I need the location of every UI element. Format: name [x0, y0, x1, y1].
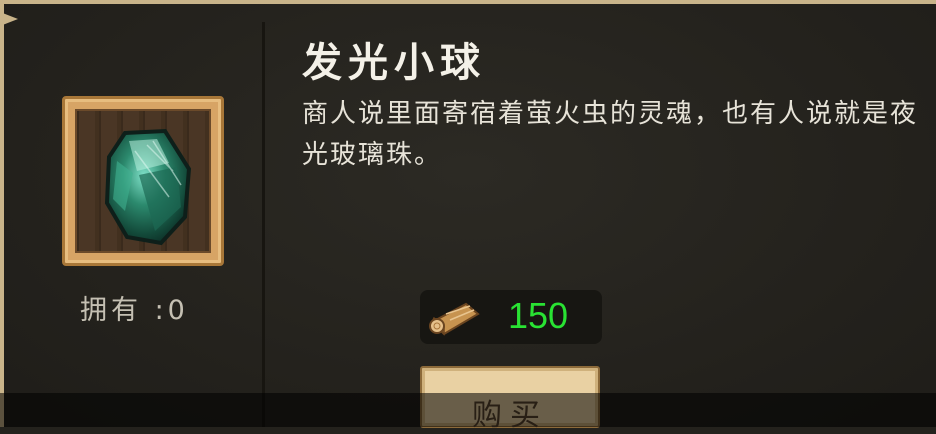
- price-display: 150: [420, 290, 602, 344]
- wood-log-icon: [429, 302, 480, 336]
- panel-left-border: [0, 0, 4, 427]
- item-description: 商人说里面寄宿着萤火虫的灵魂，也有人说就是夜光玻璃珠。: [302, 99, 919, 170]
- item-icon-frame[interactable]: [62, 96, 224, 266]
- panel-divider: [262, 22, 265, 427]
- panel-top-border: [0, 0, 936, 4]
- bottom-overlay: [0, 393, 936, 427]
- item-detail-panel: 拥有 :0 发光小球 商人说里面寄宿着萤火虫的灵魂，也有人说就是夜光玻璃珠。 1…: [0, 0, 936, 433]
- owned-count-label: 拥有 :0: [80, 295, 189, 326]
- corner-marker: [0, 12, 18, 26]
- item-title: 发光小球: [302, 39, 486, 86]
- glowing-green-gem-icon: [104, 128, 192, 246]
- item-icon-background: [75, 109, 211, 253]
- price-amount: 150: [508, 295, 569, 336]
